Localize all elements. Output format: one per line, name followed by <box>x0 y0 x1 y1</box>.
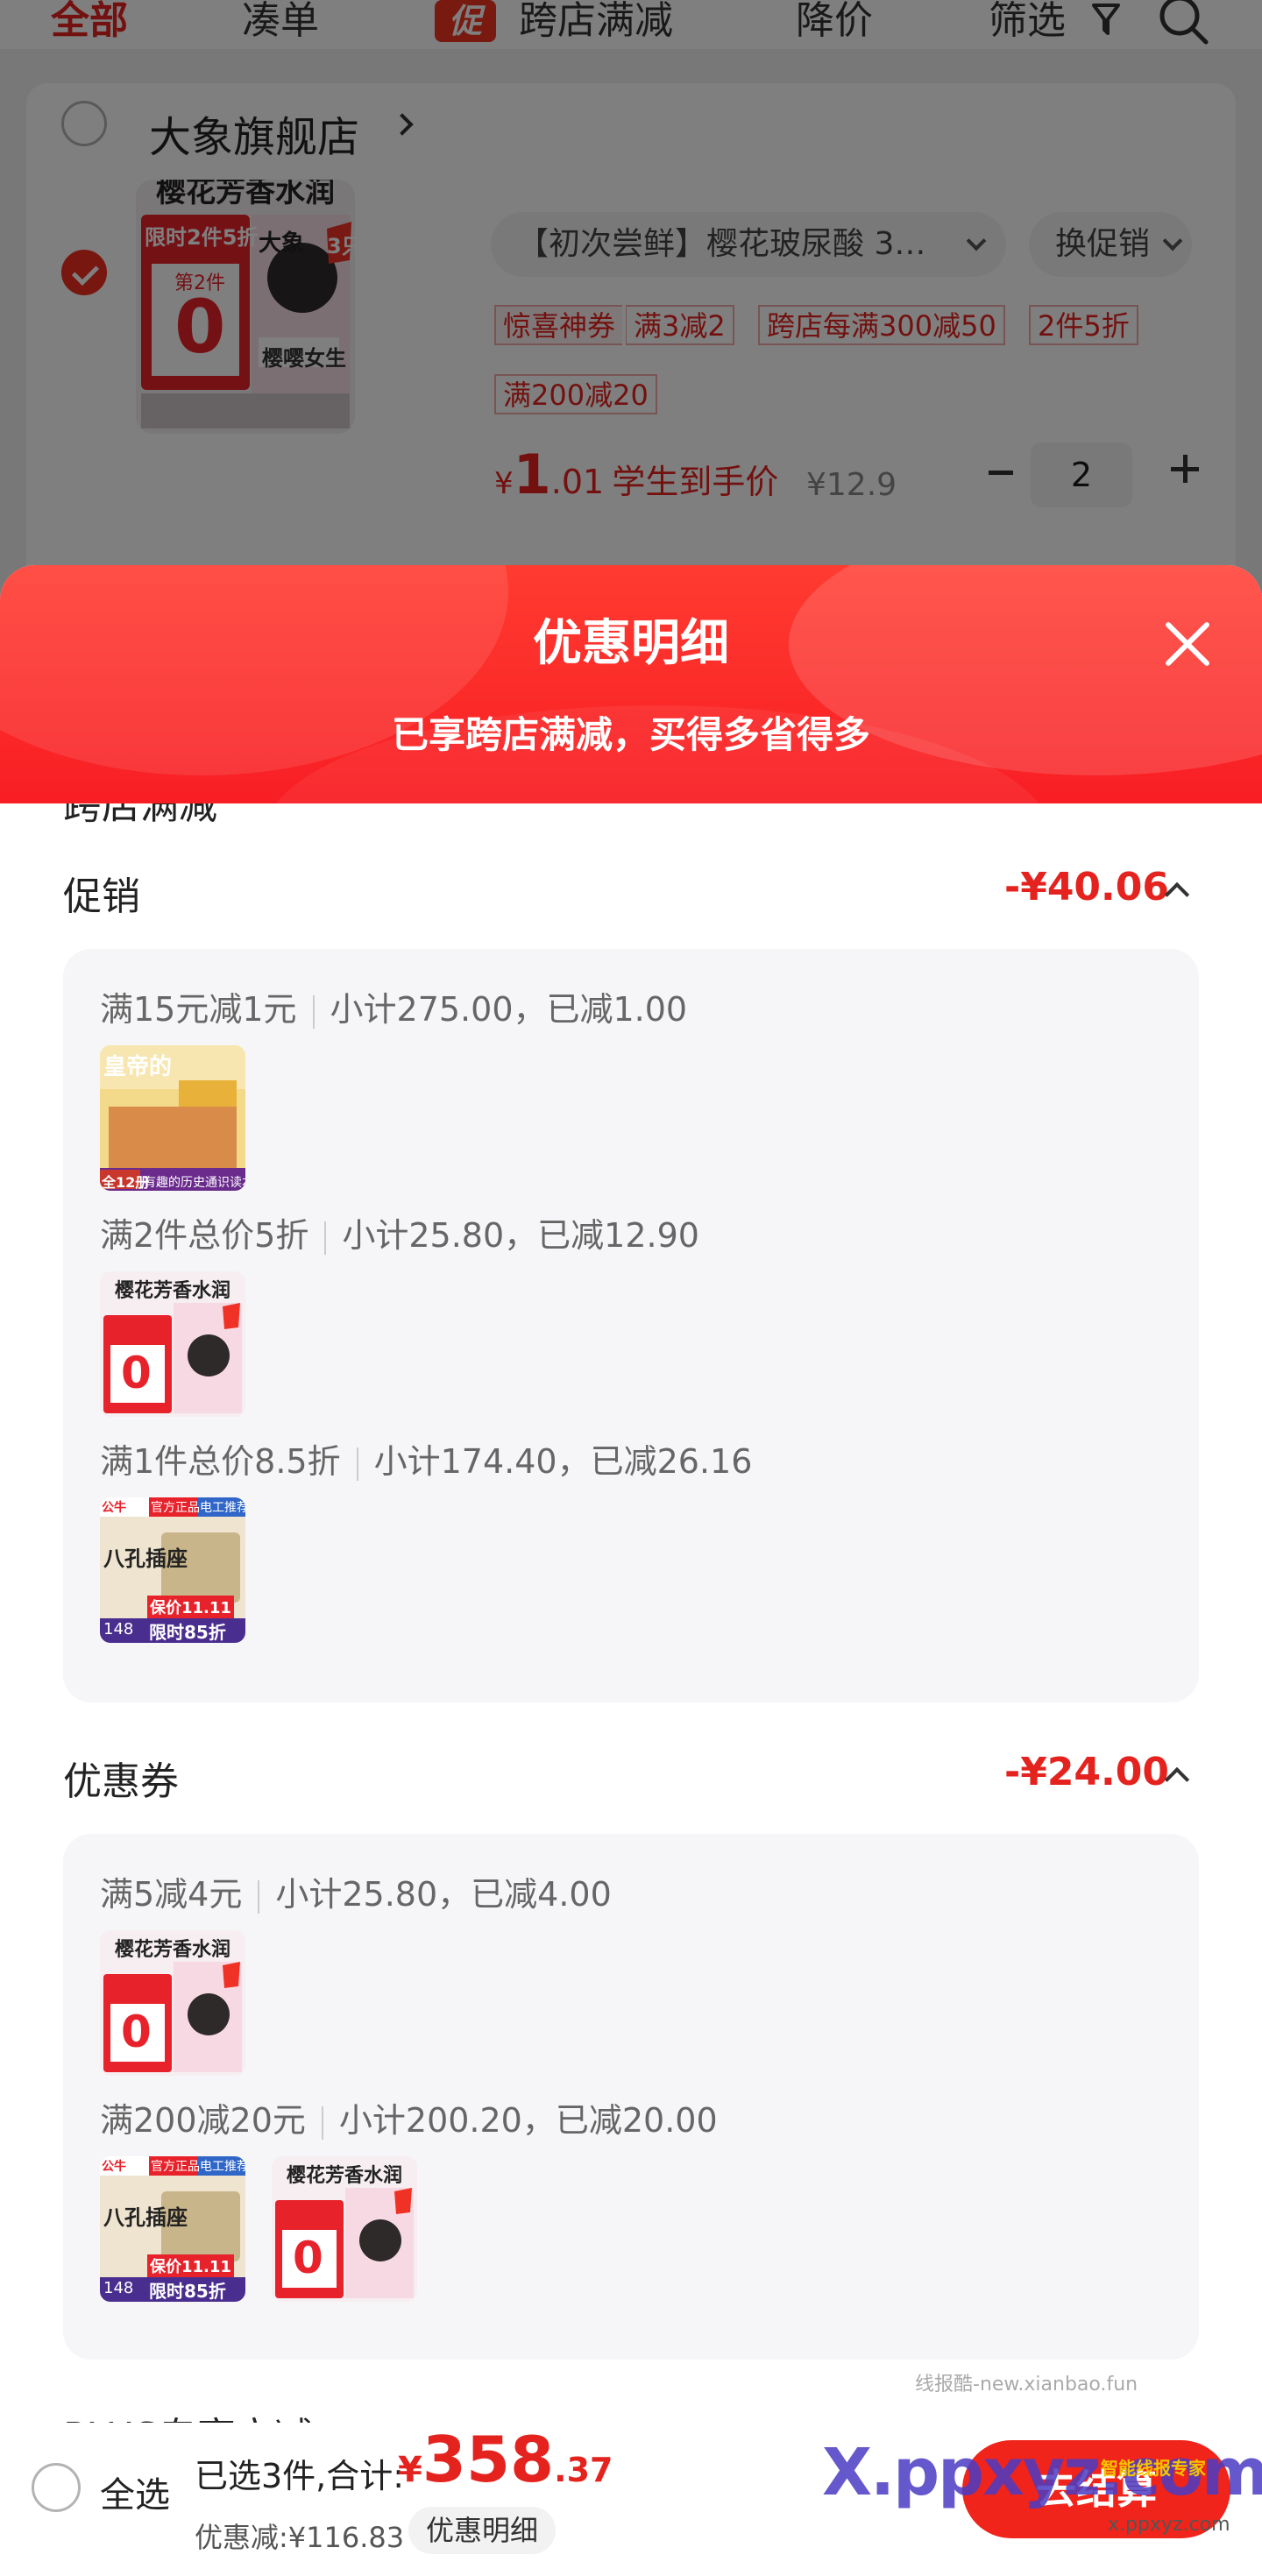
thumb-text: 限时85折 <box>149 2281 226 2302</box>
sheet-header: 优惠明细 已享跨店满减，买得多省得多 <box>0 565 1262 803</box>
product-thumbnail[interactable]: 樱花芳香水润 0 <box>100 1271 245 1417</box>
watermark-text: 线报酷-new.xianbao.fun <box>915 2374 1138 2396</box>
selected-count: 已选3件,合计: <box>195 2457 405 2495</box>
rule-row: 满1件总价8.5折 小计174.40，已减26.16 <box>100 1442 753 1481</box>
section-amount-promotion: -¥40.06 <box>1003 865 1169 909</box>
rule-row: 满5减4元 小计25.80，已减4.00 <box>100 1875 612 1914</box>
rule-row: 满2件总价5折 小计25.80，已减12.90 <box>100 1216 699 1255</box>
thumb-text: 电工推荐 <box>200 1501 245 1515</box>
product-thumbnail[interactable]: 樱花芳香水润 0 <box>100 1930 245 2076</box>
thumb-text: 八孔插座 <box>103 1546 188 1571</box>
product-thumbnail[interactable]: 皇帝的 全12册 有趣的历史通识读本 <box>100 1045 245 1191</box>
thumb-text: 官方正品 <box>151 1501 200 1515</box>
discount-detail-button[interactable]: 优惠明细 <box>408 2507 557 2554</box>
thumb-text: 樱花芳香水润 <box>286 2165 402 2187</box>
thumb-text: 有趣的历史通识读本 <box>144 1176 245 1190</box>
section-title-promotion: 促销 <box>63 874 140 919</box>
section-amount-coupon: -¥24.00 <box>1003 1750 1169 1794</box>
sheet-title: 优惠明细 <box>533 615 729 672</box>
product-thumbnail[interactable]: 公牛 官方正品 电工推荐 八孔插座 保价11.11 148 限时85折 <box>100 2156 245 2302</box>
rule-row: 满15元减1元 小计275.00，已减1.00 <box>100 990 688 1029</box>
thumb-text: 保价11.11 <box>147 2254 234 2277</box>
promotion-box: 满15元减1元 小计275.00，已减1.00 皇帝的 全12册 有趣的历史通识读… <box>63 949 1199 1702</box>
product-thumbnail[interactable]: 公牛 官方正品 电工推荐 八孔插座 保价11.11 148 限时85折 <box>100 1497 245 1643</box>
site-watermark-badge: 智能线报专家 <box>1101 2458 1206 2479</box>
coupon-box: 满5减4元 小计25.80，已减4.00 樱花芳香水润 0 满200减20元 小计2… <box>63 1834 1199 2360</box>
thumb-text: 0 <box>121 2006 152 2057</box>
sheet-subtitle: 已享跨店满减，买得多省得多 <box>391 713 870 756</box>
total-price: ¥358.37 <box>398 2423 613 2496</box>
thumb-text: 0 <box>121 1348 152 1398</box>
thumb-text: 限时85折 <box>149 1622 226 1643</box>
thumb-text: 148 <box>103 2279 134 2297</box>
thumb-text: 官方正品 <box>151 2160 200 2174</box>
checkout-bar: 全选 已选3件,合计: ¥358.37 优惠减:¥116.83 优惠明细 去结算… <box>0 2423 1262 2576</box>
thumb-text: 保价11.11 <box>147 1596 234 1618</box>
thumb-text: 樱花芳香水润 <box>114 1280 230 1302</box>
thumb-text: 电工推荐 <box>200 2160 245 2174</box>
thumb-text: 皇帝的 <box>103 1054 173 1080</box>
site-watermark-small: x.ppxyz.com <box>1108 2514 1230 2536</box>
thumb-text: 公牛 <box>102 2160 126 2174</box>
select-all-checkbox[interactable] <box>32 2463 81 2512</box>
section-title-coupon: 优惠券 <box>63 1759 179 1804</box>
thumb-text: 八孔插座 <box>103 2205 188 2230</box>
product-thumbnail[interactable]: 樱花芳香水润 0 <box>272 2156 417 2302</box>
thumb-text: 公牛 <box>102 1501 126 1515</box>
close-icon[interactable] <box>1161 618 1214 670</box>
discount-detail-sheet: 跨店满减 优惠明细 已享跨店满减，买得多省得多 促销 -¥40.06 满15元减… <box>0 565 1262 2576</box>
thumb-text: 全12册 <box>102 1174 150 1191</box>
rule-row: 满200减20元 小计200.20，已减20.00 <box>100 2101 718 2140</box>
select-all-label[interactable]: 全选 <box>100 2466 170 2517</box>
thumb-text: 0 <box>293 2233 323 2283</box>
thumb-text: 樱花芳香水润 <box>114 1939 230 1961</box>
discount-total: 优惠减:¥116.83 <box>195 2521 405 2554</box>
thumb-text: 148 <box>103 1620 134 1638</box>
